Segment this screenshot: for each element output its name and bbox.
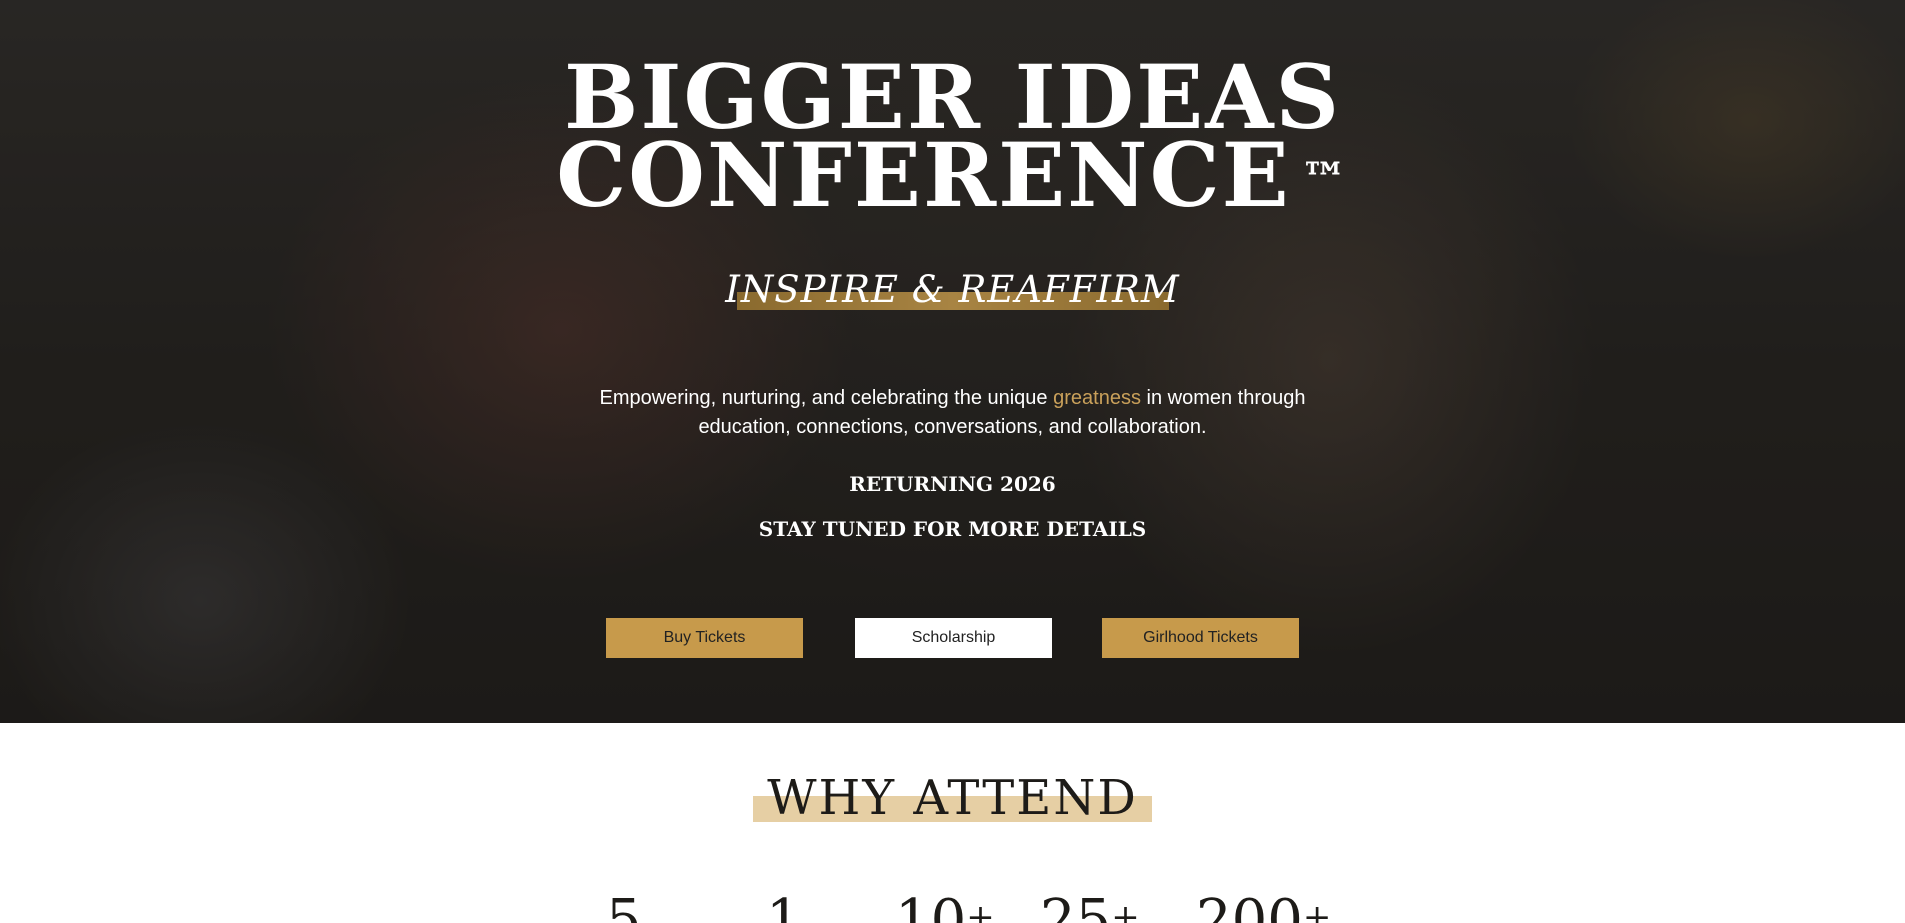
stat-value: 10: [895, 888, 967, 923]
stat-suffix: +: [1302, 897, 1332, 923]
mission-text-start: Empowering, nurturing, and celebrating t…: [599, 387, 1054, 409]
hero-section: BIGGER IDEAS CONFERENCE ™ INSPIRE & REAFF…: [0, 0, 1905, 723]
stat-item: 25+: [1040, 886, 1140, 923]
stat-value: 1: [766, 888, 802, 923]
buy-tickets-button[interactable]: Buy Tickets: [606, 618, 803, 658]
hero-title-line2-text: CONFERENCE: [556, 123, 1291, 227]
stay-tuned-text: STAY TUNED FOR MORE DETAILS: [758, 517, 1147, 541]
tagline: INSPIRE & REAFFIRM: [725, 268, 1180, 311]
stat-value: 200: [1196, 888, 1303, 923]
mission-accent-word: greatness: [1053, 387, 1141, 409]
tagline-block: INSPIRE & REAFFIRM: [0, 268, 1905, 314]
stat-item: 5: [606, 886, 642, 923]
stat-value: 25: [1040, 888, 1112, 923]
girlhood-tickets-button[interactable]: Girlhood Tickets: [1102, 618, 1299, 658]
stat-item: 200+: [1196, 886, 1331, 923]
hero-title-line2: CONFERENCE ™: [0, 130, 1905, 220]
stat-suffix: +: [966, 897, 995, 923]
mission-statement: Empowering, nurturing, and celebrating t…: [560, 384, 1345, 442]
returning-year: RETURNING 2026: [849, 472, 1056, 496]
stat-suffix: +: [1111, 897, 1140, 923]
scholarship-button[interactable]: Scholarship: [855, 618, 1052, 658]
stat-value: 5: [606, 888, 642, 923]
trademark-symbol: ™: [1300, 152, 1349, 206]
stats-row: 5 1 10+ 25+ 200+: [0, 880, 1905, 923]
why-attend-title: WHY ATTEND: [767, 770, 1138, 826]
stat-item: 1: [766, 886, 802, 923]
stat-item: 10+: [895, 886, 995, 923]
why-attend-heading-block: WHY ATTEND: [0, 770, 1905, 826]
